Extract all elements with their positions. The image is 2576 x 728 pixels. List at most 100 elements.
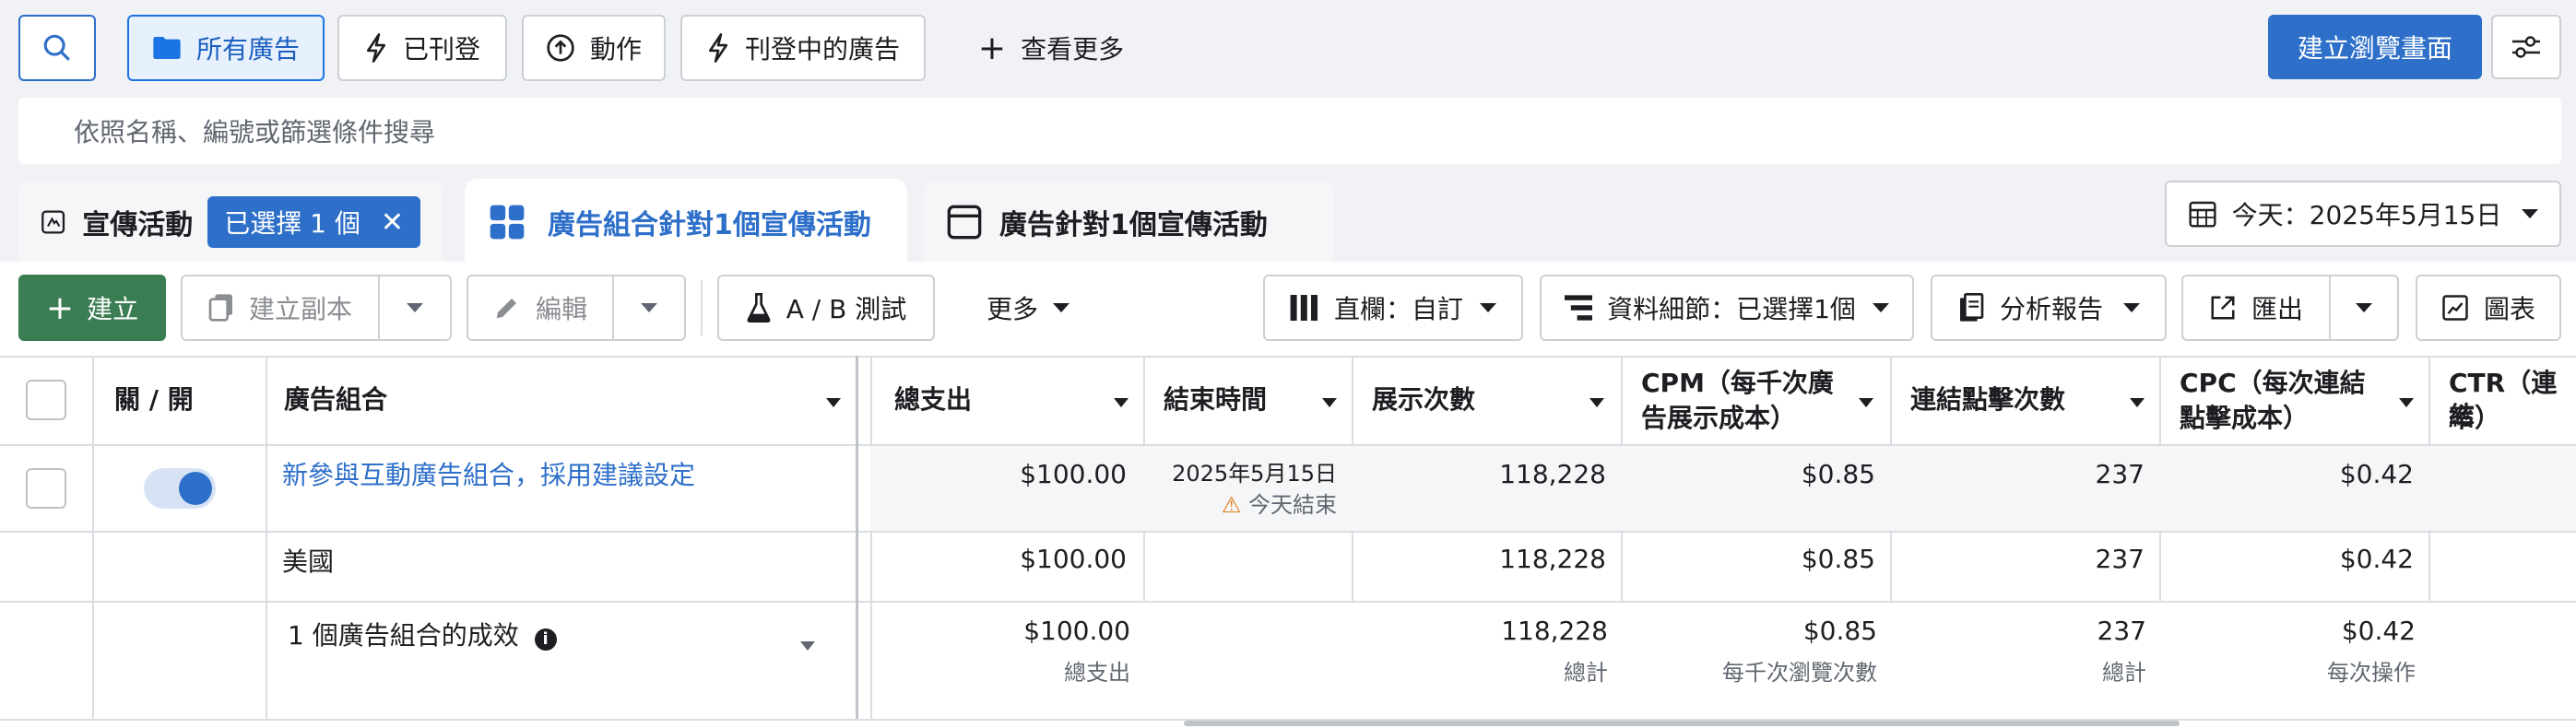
header-adset[interactable]: 廣告組合: [284, 383, 387, 417]
filter-actions-label: 動作: [589, 34, 642, 65]
summary-spend: $100.00: [1023, 616, 1130, 646]
sort-caret-icon[interactable]: [1322, 398, 1337, 407]
summary-cpc: $0.42: [2341, 616, 2416, 646]
chevron-down-icon: [1872, 303, 1889, 312]
toolbar-divider: [701, 280, 703, 335]
toggle-knob: [179, 472, 212, 505]
chevron-down-icon: [641, 303, 657, 312]
column-divider: [266, 356, 267, 719]
charts-label: 圖表: [2483, 294, 2535, 324]
summary-cpm-sub: 每千次瀏覽次數: [1722, 660, 1877, 686]
sliders-icon: [2512, 36, 2540, 58]
edit-button[interactable]: 編輯: [467, 275, 614, 341]
reports-label: 分析報告: [1999, 294, 2103, 324]
sort-caret-icon[interactable]: [2399, 398, 2414, 407]
ab-test-button[interactable]: A / B 測試: [717, 275, 935, 341]
export-label: 匯出: [2251, 294, 2303, 324]
duplicate-dropdown[interactable]: [378, 275, 452, 341]
chevron-down-icon: [2522, 209, 2539, 218]
duplicate-button[interactable]: 建立副本: [181, 275, 380, 341]
tab-adsets-label: 廣告組合針對1個宣傳活動: [548, 209, 871, 241]
toggle-switch[interactable]: [144, 468, 216, 509]
edit-label: 編輯: [535, 294, 587, 324]
search-input[interactable]: 依照名稱、編號或篩選條件搜尋: [18, 98, 2561, 164]
row-checkbox[interactable]: [26, 468, 66, 509]
row2-spend: $100.00: [1020, 544, 1127, 574]
warning-icon: ⚠: [1221, 492, 1242, 518]
reports-button[interactable]: 分析報告: [1931, 275, 2167, 341]
pencil-icon: [493, 294, 521, 322]
breakdown-button[interactable]: 資料細節：已選擇1個: [1540, 275, 1914, 341]
horizontal-scrollbar[interactable]: [1184, 721, 2180, 726]
lightning-icon: [706, 33, 730, 63]
filter-active-ads[interactable]: 刊登中的廣告: [680, 15, 926, 81]
header-cpc-line1[interactable]: CPC（每次連結: [2180, 367, 2366, 400]
chevron-down-icon[interactable]: [800, 641, 815, 651]
create-button[interactable]: + 建立: [18, 275, 166, 341]
row2-impressions: 118,228: [1499, 544, 1606, 574]
folder-icon: [152, 35, 182, 61]
columns-label: 直欄：自訂: [1333, 294, 1463, 324]
row1-cpc: $0.42: [2339, 459, 2414, 489]
info-icon[interactable]: i: [534, 628, 557, 651]
close-icon[interactable]: ✕: [381, 206, 404, 239]
sort-caret-icon[interactable]: [1589, 398, 1604, 407]
table-divider: [0, 356, 2576, 358]
more-label: 更多: [986, 294, 1038, 324]
sort-caret-icon[interactable]: [1859, 398, 1873, 407]
breakdown-icon: [1565, 295, 1593, 321]
calendar-icon: [2189, 201, 2216, 228]
columns-button[interactable]: 直欄：自訂: [1263, 275, 1523, 341]
tab-ads[interactable]: 廣告針對1個宣傳活動: [924, 181, 1333, 264]
lightning-icon: [364, 33, 388, 63]
chevron-down-icon: [1053, 303, 1069, 312]
search-button[interactable]: [18, 15, 96, 81]
row2-cpm: $0.85: [1801, 544, 1875, 574]
sort-caret-icon[interactable]: [2130, 398, 2145, 407]
export-dropdown[interactable]: [2329, 275, 2399, 341]
table-divider: [0, 531, 2576, 533]
charts-button[interactable]: 圖表: [2416, 275, 2561, 341]
tab-adsets[interactable]: 廣告組合針對1個宣傳活動: [465, 179, 907, 265]
filter-actions[interactable]: 動作: [522, 15, 666, 81]
filter-all-ads[interactable]: 所有廣告: [127, 15, 325, 81]
header-end-time[interactable]: 結束時間: [1164, 383, 1267, 417]
header-spend[interactable]: 總支出: [894, 383, 972, 417]
filter-all-ads-label: 所有廣告: [195, 34, 300, 65]
column-divider: [92, 356, 94, 719]
select-all-checkbox[interactable]: [26, 380, 66, 420]
filter-published[interactable]: 已刊登: [337, 15, 507, 81]
more-button[interactable]: 更多: [959, 275, 1097, 341]
adset-name-link[interactable]: 新參與互動廣告組合，採用建議設定: [282, 455, 695, 492]
row1-link-clicks: 237: [2095, 459, 2145, 489]
ab-test-label: A / B 測試: [786, 294, 907, 324]
plus-icon: +: [977, 29, 1007, 67]
export-button[interactable]: 匯出: [2181, 275, 2331, 341]
header-link-clicks[interactable]: 連結點擊次數: [1910, 383, 2065, 417]
header-cpm-line2[interactable]: 告展示成本）: [1641, 402, 1796, 435]
summary-cpc-sub: 每次操作: [2327, 660, 2416, 686]
see-more-button[interactable]: + 查看更多: [950, 15, 1152, 81]
filter-active-ads-label: 刊登中的廣告: [744, 34, 900, 65]
create-view-button[interactable]: 建立瀏覽畫面: [2268, 15, 2482, 79]
edit-dropdown[interactable]: [612, 275, 686, 341]
sort-caret-icon[interactable]: [826, 398, 841, 407]
header-cpm-line1[interactable]: CPM（每千次廣: [1641, 367, 1834, 400]
view-settings-button[interactable]: [2491, 15, 2561, 79]
header-ctr-line2[interactable]: 率）: [2449, 402, 2500, 435]
date-range-picker[interactable]: 今天：2025年5月15日: [2165, 181, 2561, 247]
sort-caret-icon[interactable]: [1114, 398, 1128, 407]
tab-campaigns-label: 宣傳活動: [82, 209, 194, 241]
export-icon: [2209, 294, 2237, 322]
tab-campaigns[interactable]: 宣傳活動 已選擇 1 個 ✕: [18, 181, 443, 264]
reports-icon: [1957, 293, 1985, 323]
header-toggle: 關 / 開: [114, 384, 194, 415]
flask-icon: [746, 293, 772, 323]
search-placeholder: 依照名稱、編號或篩選條件搜尋: [74, 117, 436, 147]
selected-chip[interactable]: 已選擇 1 個 ✕: [207, 196, 420, 248]
row1-end-note-text: 今天結束: [1248, 492, 1337, 518]
header-impressions[interactable]: 展示次數: [1372, 383, 1475, 417]
header-cpc-line2[interactable]: 點擊成本）: [2180, 402, 2309, 435]
summary-label-text: 1 個廣告組合的成效: [288, 620, 519, 651]
breakdown-label: 資料細節：已選擇1個: [1607, 294, 1856, 324]
